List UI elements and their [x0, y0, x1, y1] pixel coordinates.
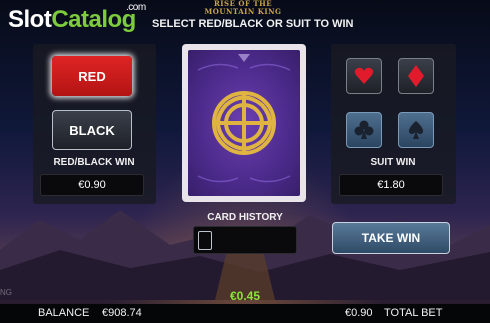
- playing-card-back: [182, 44, 306, 202]
- suit-win-value: €1.80: [339, 174, 443, 196]
- balance-label: BALANCE: [38, 307, 90, 319]
- heart-icon: [354, 67, 374, 84]
- suit-win-label: SUIT WIN: [370, 157, 416, 168]
- club-icon: [354, 120, 374, 139]
- current-win-amount: €0.45: [229, 289, 261, 303]
- total-bet-value: €0.90: [345, 307, 373, 319]
- game-title-line2: MOUNTAIN KING: [204, 7, 282, 16]
- card-history-slot: [198, 231, 212, 250]
- celtic-knot-icon: [197, 54, 291, 183]
- diamonds-button[interactable]: [398, 58, 434, 94]
- total-bet-label: TOTAL BET: [384, 307, 443, 319]
- balance-value: €908.74: [102, 307, 142, 319]
- site-watermark: SlotCatalog .com: [8, 2, 146, 34]
- faint-overlay-text: NG: [0, 288, 12, 297]
- take-win-button[interactable]: TAKE WIN: [332, 222, 450, 254]
- card-history-label: CARD HISTORY: [207, 212, 283, 223]
- watermark-slot: Slot: [8, 6, 52, 33]
- red-black-win-value: €0.90: [40, 174, 144, 196]
- black-button[interactable]: BLACK: [52, 110, 132, 150]
- watermark-catalog: Catalog: [51, 6, 136, 33]
- card-back-pattern: [188, 50, 300, 196]
- status-bar: BALANCE €908.74 €0.90 TOTAL BET: [0, 304, 490, 323]
- spade-icon: [408, 121, 424, 139]
- clubs-button[interactable]: [346, 112, 382, 148]
- spades-button[interactable]: [398, 112, 434, 148]
- red-button[interactable]: RED: [52, 56, 132, 96]
- card-history-box: [193, 226, 297, 254]
- watermark-com: .com: [126, 2, 146, 13]
- hearts-button[interactable]: [346, 58, 382, 94]
- red-black-win-label: RED/BLACK WIN: [53, 157, 135, 168]
- game-logo: RISE OF THE MOUNTAIN KING: [200, 0, 286, 16]
- instruction-text: SELECT RED/BLACK OR SUIT TO WIN: [152, 18, 354, 30]
- diamond-icon: [408, 65, 424, 87]
